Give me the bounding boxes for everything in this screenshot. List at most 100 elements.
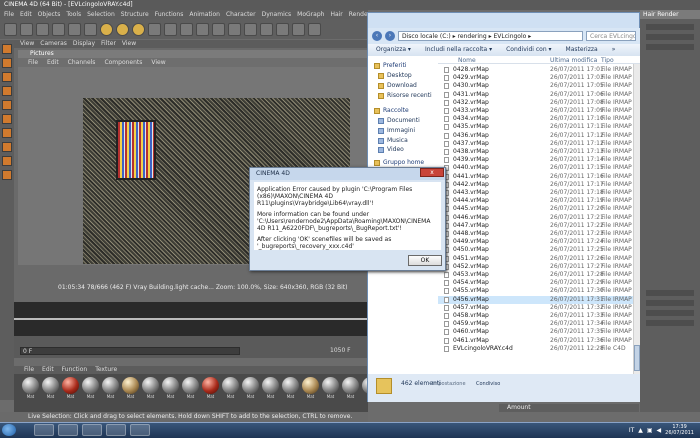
z-axis-icon[interactable] [132, 22, 145, 36]
polygons-mode-icon[interactable] [2, 114, 12, 124]
material-swatch[interactable]: Mat [262, 377, 279, 409]
file-row[interactable]: 0460.vrMap 26/07/2011 17:35 File IRMAP [438, 328, 640, 336]
frame-field[interactable]: 0 F [21, 348, 32, 355]
file-row[interactable]: 0435.vrMap 26/07/2011 17:11 File IRMAP [438, 123, 640, 131]
y-axis-icon[interactable] [116, 22, 129, 36]
select-icon[interactable] [36, 22, 49, 36]
file-row[interactable]: 0438.vrMap 26/07/2011 17:13 File IRMAP [438, 148, 640, 156]
file-row[interactable]: 0429.vrMap 26/07/2011 17:03 File IRMAP [438, 74, 640, 82]
material-swatch[interactable]: Mat [122, 377, 139, 409]
material-swatch[interactable]: Mat [142, 377, 159, 409]
menu-item-mograph[interactable]: MoGraph [297, 11, 324, 18]
picture-menu-item[interactable]: Edit [47, 59, 59, 66]
command-1[interactable]: Includi nella raccolta ▾ [425, 46, 492, 54]
scale-icon[interactable] [68, 22, 81, 36]
material-swatch[interactable]: Mat [102, 377, 119, 409]
column-type[interactable]: Tipo [601, 57, 614, 64]
file-row[interactable]: 0440.vrMap 26/07/2011 17:15 File IRMAP [438, 164, 640, 172]
volume-icon[interactable]: ◀ [657, 427, 662, 434]
viewport-menu-item[interactable]: View [20, 40, 34, 48]
attribute-field[interactable] [646, 34, 694, 40]
menu-item-character[interactable]: Character [226, 11, 256, 18]
file-row[interactable]: 0452.vrMap 26/07/2011 17:27 File IRMAP [438, 263, 640, 271]
attribute-field[interactable] [646, 310, 694, 316]
file-row[interactable]: 0457.vrMap 26/07/2011 17:32 File IRMAP [438, 304, 640, 312]
file-row[interactable]: 0451.vrMap 26/07/2011 17:26 File IRMAP [438, 255, 640, 263]
scene-icon[interactable] [276, 22, 289, 36]
back-icon[interactable]: ‹ [372, 31, 382, 41]
file-row[interactable]: EVLcingoloVRAY.c4d 26/07/2011 12:28 File C… [438, 345, 640, 353]
menu-item-file[interactable]: File [4, 11, 14, 18]
menu-item-objects[interactable]: Objects [38, 11, 61, 18]
file-row[interactable]: 0439.vrMap 26/07/2011 17:14 File IRMAP [438, 156, 640, 164]
file-row[interactable]: 0461.vrMap 26/07/2011 17:36 File IRMAP [438, 337, 640, 345]
nav-item-risorse-recenti[interactable]: Risorse recenti [378, 92, 432, 99]
end-frame-field[interactable]: 1050 F [330, 347, 351, 354]
menu-item-tools[interactable]: Tools [66, 11, 81, 18]
redo-icon[interactable] [20, 22, 33, 36]
attribute-field[interactable] [646, 290, 694, 296]
file-row[interactable]: 0434.vrMap 26/07/2011 17:10 File IRMAP [438, 115, 640, 123]
file-row[interactable]: 0437.vrMap 26/07/2011 17:12 File IRMAP [438, 140, 640, 148]
nav-item-documenti[interactable]: Documenti [378, 117, 420, 124]
ok-button[interactable]: OK [408, 255, 442, 266]
material-swatch[interactable]: Mat [222, 377, 239, 409]
material-swatch[interactable]: Mat [282, 377, 299, 409]
command-0[interactable]: Organizza ▾ [376, 46, 411, 54]
clock[interactable]: 17:39 26/07/2011 [665, 424, 694, 436]
column-date[interactable]: Ultima modifica [550, 57, 597, 64]
taskbar-app-icon[interactable] [130, 424, 150, 436]
model-mode-icon[interactable] [2, 44, 12, 54]
menu-item-dynamics[interactable]: Dynamics [262, 11, 292, 18]
frame-slider[interactable]: 0 F [20, 347, 240, 355]
file-row[interactable]: 0456.vrMap 26/07/2011 17:31 File IRMAP [438, 295, 640, 304]
file-row[interactable]: 0430.vrMap 26/07/2011 17:05 File IRMAP [438, 82, 640, 90]
language-indicator[interactable]: IT [629, 427, 634, 434]
command-4[interactable]: » [612, 46, 616, 54]
taskbar-explorer-icon[interactable] [34, 424, 54, 436]
file-row[interactable]: 0450.vrMap 26/07/2011 17:25 File IRMAP [438, 246, 640, 254]
picture-menu-item[interactable]: View [151, 59, 165, 66]
render-view-icon[interactable] [164, 22, 177, 36]
file-row[interactable]: 0455.vrMap 26/07/2011 17:30 File IRMAP [438, 287, 640, 295]
menu-item-functions[interactable]: Functions [155, 11, 184, 18]
file-row[interactable]: 0448.vrMap 26/07/2011 17:23 File IRMAP [438, 230, 640, 238]
points-mode-icon[interactable] [2, 86, 12, 96]
taskbar-c4d-icon[interactable] [82, 424, 102, 436]
file-row[interactable]: 0431.vrMap 26/07/2011 17:06 File IRMAP [438, 91, 640, 99]
menu-item-hair[interactable]: Hair [330, 11, 342, 18]
nav-item-download[interactable]: Download [378, 82, 417, 89]
nav-item-gruppo-home[interactable]: Gruppo home [374, 159, 424, 166]
search-input[interactable]: Cerca EVLcingolo [586, 31, 636, 41]
material-swatch[interactable]: Mat [202, 377, 219, 409]
nav-item-immagini[interactable]: Immagini [378, 127, 415, 134]
material-swatch[interactable]: Mat [302, 377, 319, 409]
material-swatch[interactable]: Mat [182, 377, 199, 409]
file-row[interactable]: 0449.vrMap 26/07/2011 17:24 File IRMAP [438, 238, 640, 246]
material-swatch[interactable]: Mat [342, 377, 359, 409]
texture-mode-icon[interactable] [2, 72, 12, 82]
column-name[interactable]: Nome [458, 57, 476, 64]
attribute-field[interactable] [646, 44, 694, 50]
attribute-field[interactable] [646, 300, 694, 306]
viewport-menu-item[interactable]: View [122, 40, 136, 48]
render-picture-viewer-icon[interactable] [180, 22, 193, 36]
flag-icon[interactable]: ▲ [638, 427, 643, 434]
material-swatch[interactable]: Mat [162, 377, 179, 409]
material-swatch[interactable]: Mat [42, 377, 59, 409]
undo-icon[interactable] [4, 22, 17, 36]
tweak-mode-icon[interactable] [2, 142, 12, 152]
nav-item-desktop[interactable]: Desktop [378, 72, 412, 79]
materials-menu-item[interactable]: Texture [95, 366, 117, 374]
light-icon[interactable] [308, 22, 321, 36]
materials-menu-item[interactable]: File [24, 366, 34, 374]
file-row[interactable]: 0441.vrMap 26/07/2011 17:16 File IRMAP [438, 173, 640, 181]
viewport-menu-item[interactable]: Filter [101, 40, 116, 48]
command-3[interactable]: Masterizza [566, 46, 598, 54]
material-swatch[interactable]: Mat [62, 377, 79, 409]
address-bar[interactable]: Disco locale (C:) ▸ rendering ▸ EVLcingo… [398, 31, 583, 41]
file-row[interactable]: 0444.vrMap 26/07/2011 17:19 File IRMAP [438, 197, 640, 205]
material-swatch[interactable]: Mat [242, 377, 259, 409]
file-row[interactable]: 0433.vrMap 26/07/2011 17:09 File IRMAP [438, 107, 640, 115]
file-row[interactable]: 0443.vrMap 26/07/2011 17:18 File IRMAP [438, 189, 640, 197]
